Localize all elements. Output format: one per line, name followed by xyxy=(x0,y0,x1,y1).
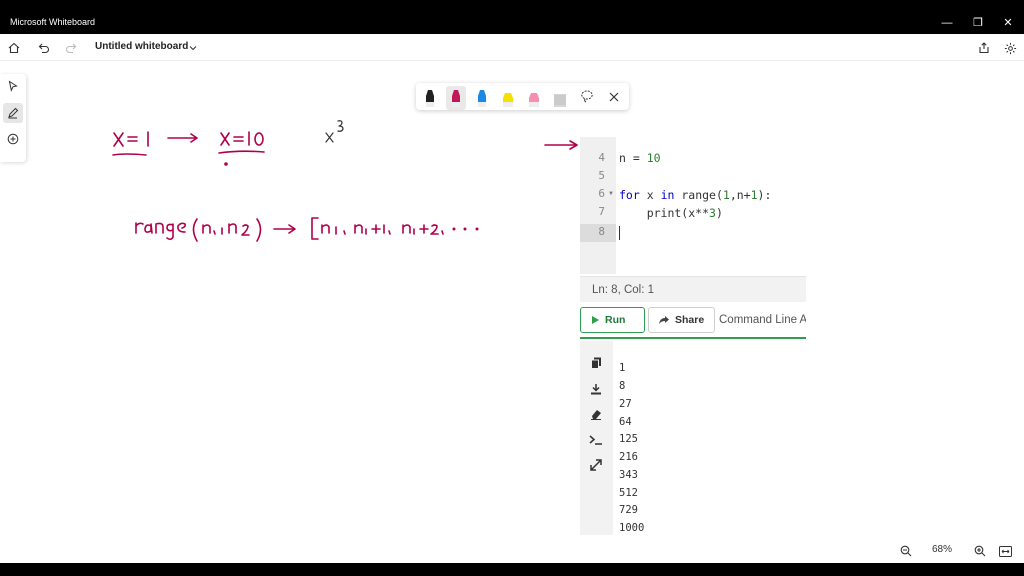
close-window-button[interactable]: ✕ xyxy=(993,12,1023,34)
line-number: 8 xyxy=(598,225,605,238)
line-number: 4 xyxy=(598,151,605,164)
share-export-icon[interactable] xyxy=(974,38,994,58)
chevron-down-icon[interactable] xyxy=(183,38,203,58)
left-tool-rail xyxy=(0,74,26,162)
code-line[interactable]: print(x**3) xyxy=(619,206,723,220)
command-line-args-tab[interactable]: Command Line A xyxy=(719,307,806,333)
top-toolbar: Untitled whiteboard xyxy=(0,34,1024,61)
output-toolbar xyxy=(580,341,613,535)
magenta-pen-icon[interactable] xyxy=(448,88,464,108)
ink-x-cubed xyxy=(325,120,344,143)
ink-x-equals-1 xyxy=(112,131,149,156)
undo-icon[interactable] xyxy=(34,38,54,58)
minimize-button[interactable]: — xyxy=(932,12,962,34)
cursor-position: Ln: 8, Col: 1 xyxy=(592,284,655,296)
download-icon[interactable] xyxy=(588,381,604,397)
black-pen-icon[interactable] xyxy=(422,88,438,108)
output-line: 1000 xyxy=(619,522,645,534)
ink-arrow-to-code xyxy=(544,140,578,150)
text-caret xyxy=(619,226,620,240)
output-line: 64 xyxy=(619,416,632,428)
zoom-level[interactable]: 68% xyxy=(932,544,952,555)
run-button-label: Run xyxy=(605,314,626,326)
share-button-label: Share xyxy=(675,314,705,326)
title-bar: Microsoft Whiteboard — ❐ ✕ xyxy=(0,12,1024,34)
line-number: 5 xyxy=(598,169,605,182)
select-pointer-icon[interactable] xyxy=(3,76,23,96)
output-line: 216 xyxy=(619,451,638,463)
code-line[interactable]: n = 10 xyxy=(619,151,661,165)
ink-arrow-1 xyxy=(167,133,198,143)
add-icon[interactable] xyxy=(3,129,23,149)
line-number: 6 xyxy=(598,187,605,200)
fold-caret-icon[interactable]: ▼ xyxy=(608,191,614,197)
output-line: 512 xyxy=(619,487,638,499)
redo-icon[interactable] xyxy=(61,38,81,58)
app-window: Microsoft Whiteboard — ❐ ✕ Untitled whit… xyxy=(0,12,1024,563)
output-line: 8 xyxy=(619,380,626,392)
restore-button[interactable]: ❐ xyxy=(963,12,993,34)
expand-icon[interactable] xyxy=(588,457,604,473)
ink-range-expression xyxy=(135,217,479,242)
ink-x-equals-10 xyxy=(218,131,265,166)
zoom-in-icon[interactable] xyxy=(971,542,989,560)
play-icon xyxy=(592,316,599,324)
zoom-bar: 68% xyxy=(892,538,1024,563)
output-line: 125 xyxy=(619,433,638,445)
line-number: 7 xyxy=(598,205,605,218)
output-line: 729 xyxy=(619,504,638,516)
output-panel: 1 8 27 64 125 216 343 512 729 1000 xyxy=(580,341,806,535)
eraser-clear-icon[interactable] xyxy=(588,406,604,422)
output-line: 343 xyxy=(619,469,638,481)
fit-to-screen-icon[interactable] xyxy=(996,542,1014,560)
zoom-out-icon[interactable] xyxy=(897,542,915,560)
yellow-highlighter-icon[interactable] xyxy=(500,88,516,108)
home-icon[interactable] xyxy=(4,38,24,58)
run-button[interactable]: Run xyxy=(580,307,645,333)
copy-icon[interactable] xyxy=(588,355,604,371)
settings-gear-icon[interactable] xyxy=(1000,38,1020,58)
share-arrow-icon xyxy=(659,316,669,324)
editor-status-bar: Ln: 8, Col: 1 xyxy=(580,276,806,302)
terminal-icon[interactable] xyxy=(588,432,604,448)
document-title[interactable]: Untitled whiteboard xyxy=(95,41,188,52)
share-button[interactable]: Share xyxy=(648,307,715,333)
close-palette-icon[interactable] xyxy=(608,90,620,108)
eraser-icon[interactable] xyxy=(552,88,568,108)
app-title: Microsoft Whiteboard xyxy=(10,17,96,27)
code-editor[interactable]: 4 5 6 ▼ 7 8 n = 10 for x in range(1,n+1)… xyxy=(580,137,806,274)
code-line[interactable]: for x in range(1,n+1): xyxy=(619,188,771,202)
lasso-select-icon[interactable] xyxy=(580,89,594,108)
pen-palette xyxy=(416,83,629,110)
pink-highlighter-icon[interactable] xyxy=(526,88,542,108)
run-bar: Run Share Command Line A xyxy=(580,303,806,339)
output-line: 27 xyxy=(619,398,632,410)
blue-pen-icon[interactable] xyxy=(474,88,490,108)
output-line: 1 xyxy=(619,362,626,374)
pen-tool-icon[interactable] xyxy=(3,103,23,123)
